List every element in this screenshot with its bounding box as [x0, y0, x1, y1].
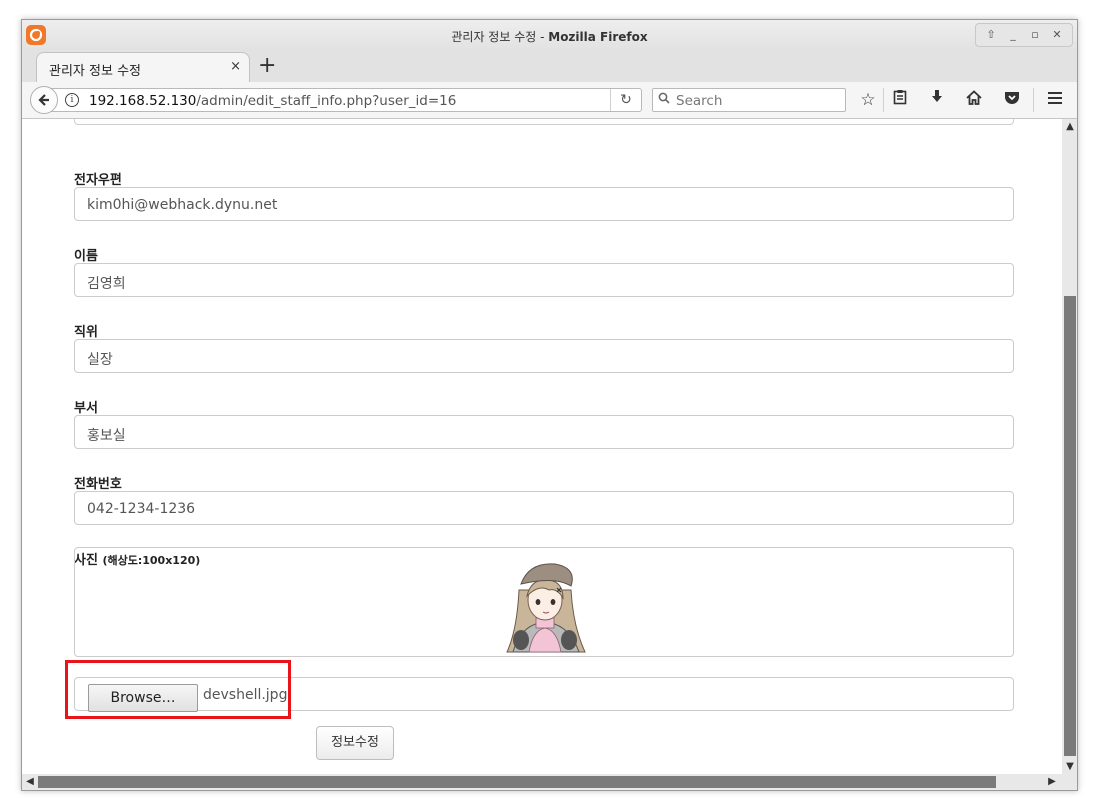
url-text: 192.168.52.130/admin/edit_staff_info.php… [89, 93, 456, 109]
email-label: 전자우편 [74, 173, 122, 188]
name-field[interactable]: 김영희 [74, 263, 1014, 297]
minimize-icon[interactable]: _ [1003, 25, 1023, 45]
search-icon [658, 92, 670, 108]
tab-close-icon[interactable]: × [230, 59, 241, 74]
tab-edit-staff[interactable]: 관리자 정보 수정 × [36, 52, 250, 82]
window-controls: ⇧ _ ▫ ✕ [975, 23, 1073, 47]
new-tab-button[interactable]: + [258, 53, 276, 79]
name-label: 이름 [74, 249, 98, 264]
title-bar: 관리자 정보 수정 - Mozilla Firefox ⇧ _ ▫ ✕ [22, 20, 1077, 50]
department-label: 부서 [74, 401, 98, 416]
navigation-bar: i 192.168.52.130/admin/edit_staff_info.p… [22, 82, 1077, 119]
download-icon[interactable] [925, 89, 949, 111]
window-title-prefix: 관리자 정보 수정 - [451, 30, 549, 44]
page-content: 전자우편 kim0hi@webhack.dynu.net 이름 김영희 직위 실… [22, 119, 1062, 774]
scroll-up-window-icon[interactable]: ⇧ [981, 25, 1001, 45]
close-window-icon[interactable]: ✕ [1047, 25, 1067, 45]
window-title: 관리자 정보 수정 - Mozilla Firefox [22, 28, 1077, 45]
tab-bar: 관리자 정보 수정 × + [22, 50, 1077, 83]
staff-photo [506, 563, 586, 653]
search-input[interactable]: Search [652, 88, 846, 112]
reload-icon[interactable]: ↻ [610, 89, 641, 111]
vertical-scroll-thumb[interactable] [1064, 296, 1076, 756]
horizontal-scrollbar[interactable]: ◀ ▶ [22, 774, 1077, 790]
scroll-down-icon[interactable]: ▼ [1062, 761, 1077, 772]
scroll-left-icon[interactable]: ◀ [22, 776, 38, 787]
previous-field-input[interactable] [74, 119, 1014, 125]
url-path: /admin/edit_staff_info.php?user_id=16 [196, 93, 457, 109]
department-field[interactable]: 홍보실 [74, 415, 1014, 449]
phone-label: 전화번호 [74, 477, 122, 492]
maximize-icon[interactable]: ▫ [1025, 25, 1045, 45]
pocket-icon[interactable] [1000, 89, 1024, 111]
back-arrow-icon[interactable] [30, 86, 58, 114]
phone-field[interactable]: 042-1234-1236 [74, 491, 1014, 525]
update-info-button[interactable]: 정보수정 [316, 726, 394, 760]
home-icon[interactable] [962, 89, 986, 111]
star-icon[interactable]: ☆ [856, 89, 880, 111]
highlight-box [65, 660, 291, 719]
url-host: 192.168.52.130 [89, 93, 197, 109]
tab-label: 관리자 정보 수정 [49, 64, 141, 79]
url-bar[interactable]: i 192.168.52.130/admin/edit_staff_info.p… [46, 88, 642, 112]
clipboard-icon[interactable] [888, 89, 912, 111]
info-icon[interactable]: i [65, 93, 79, 107]
photo-preview [74, 547, 1014, 657]
position-field[interactable]: 실장 [74, 339, 1014, 373]
hamburger-menu-icon[interactable] [1043, 89, 1067, 111]
email-field[interactable]: kim0hi@webhack.dynu.net [74, 187, 1014, 221]
vertical-scrollbar[interactable]: ▲ ▼ [1062, 119, 1077, 774]
scroll-up-icon[interactable]: ▲ [1062, 121, 1077, 132]
window-title-app: Mozilla Firefox [548, 30, 648, 44]
position-label: 직위 [74, 325, 98, 340]
horizontal-scroll-thumb[interactable] [38, 776, 996, 788]
search-placeholder: Search [676, 93, 723, 109]
browser-window: 관리자 정보 수정 - Mozilla Firefox ⇧ _ ▫ ✕ 관리자 … [21, 19, 1078, 791]
scroll-right-icon[interactable]: ▶ [1044, 776, 1060, 787]
